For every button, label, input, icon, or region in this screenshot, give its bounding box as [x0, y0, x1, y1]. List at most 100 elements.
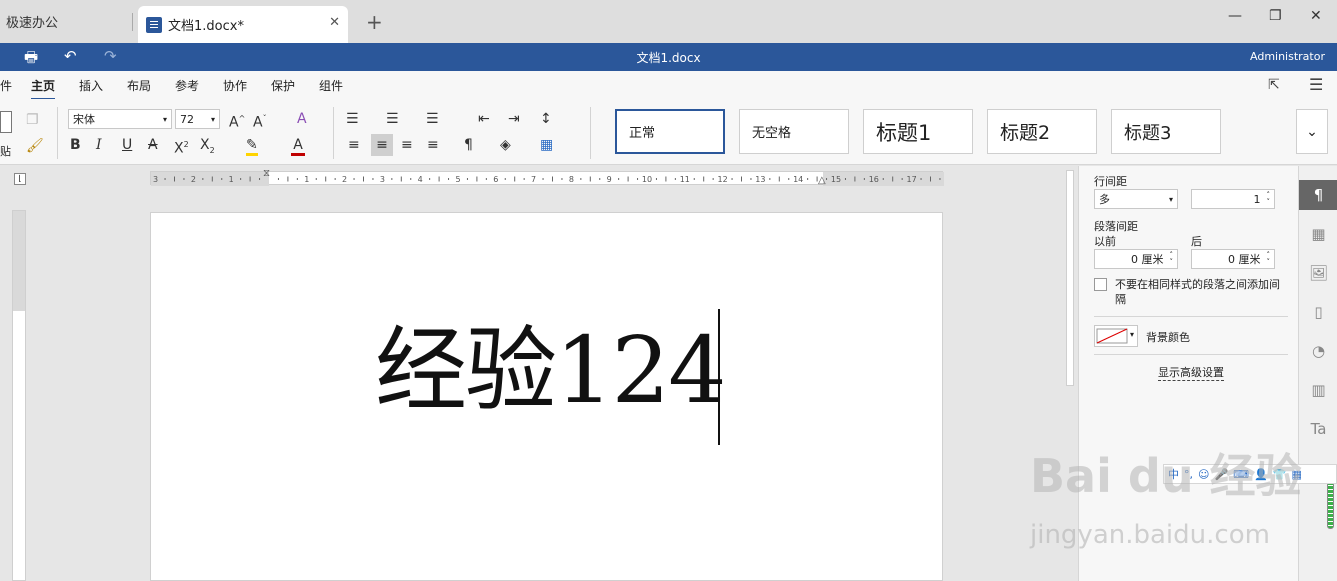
- style-heading2[interactable]: 标题2: [987, 109, 1097, 154]
- menu-plugins[interactable]: 组件: [319, 77, 343, 94]
- dont-add-space-label: 不要在相同样式的段落之间添加间隔: [1115, 278, 1280, 306]
- indent-marker-icon[interactable]: ⧖: [263, 168, 270, 179]
- superscript-icon[interactable]: X2: [174, 136, 189, 158]
- vertical-ruler[interactable]: [12, 210, 26, 581]
- dont-add-space-checkbox[interactable]: [1094, 278, 1107, 291]
- spinner-icon[interactable]: ˄ ˅: [1170, 252, 1174, 266]
- advanced-settings-link[interactable]: 显示高级设置: [1158, 364, 1224, 381]
- ruler-number: 5: [455, 175, 460, 184]
- style-normal[interactable]: 正常: [615, 109, 725, 154]
- line-spacing-icon[interactable]: ↕: [540, 110, 552, 128]
- paragraph-settings-icon[interactable]: ¶: [1299, 180, 1337, 210]
- ribbon-toolbar: 贴 ❐ 🖌 宋体 ▾ 72 ▾ A^ Aˇ A B I U A X2 X2 ✎ A …: [0, 99, 1337, 165]
- italic-icon[interactable]: I: [96, 136, 102, 154]
- ruler-number: 4: [418, 175, 423, 184]
- underline-icon[interactable]: U: [122, 136, 132, 154]
- tab-document[interactable]: 文档1.docx* ✕: [138, 6, 348, 43]
- close-window-button[interactable]: ✕: [1310, 8, 1322, 24]
- style-heading3[interactable]: 标题3: [1111, 109, 1221, 154]
- tab-stop-selector[interactable]: ⌊: [14, 173, 26, 185]
- paragraph-settings-panel: 行间距 多 ▾ 1 ˄ ˅ 段落间距 以前 后 0 厘米 ˄ ˅ 0 厘米 ˄ ˅ 不要在相同…: [1078, 166, 1298, 581]
- chart-settings-icon[interactable]: ▥: [1299, 375, 1337, 405]
- menu-bar: 件 主页 插入 布局 参考 协作 保护 组件 ⇱ ☰: [0, 71, 1337, 100]
- horizontal-ruler[interactable]: 3 2 1 1 2 3 4 5 6 7 8 9 10 11 12 13 14 15 16 17 ⧖ △: [150, 168, 944, 186]
- text-art-icon[interactable]: Ta: [1299, 414, 1337, 444]
- redo-icon[interactable]: ↷: [104, 47, 117, 65]
- bold-icon[interactable]: B: [70, 136, 81, 154]
- paste-icon[interactable]: [0, 111, 12, 133]
- align-center-icon[interactable]: ≡: [371, 134, 393, 156]
- multilevel-list-icon[interactable]: ☰: [426, 110, 439, 128]
- font-size-select[interactable]: 72 ▾: [175, 109, 220, 129]
- increase-indent-icon[interactable]: ⇥: [508, 110, 520, 128]
- scrollbar-thumb[interactable]: [1066, 170, 1074, 386]
- menu-insert[interactable]: 插入: [79, 77, 103, 94]
- menu-protect[interactable]: 保护: [271, 77, 295, 94]
- ruler-number: 9: [607, 175, 612, 184]
- bullet-list-icon[interactable]: ☰: [346, 110, 359, 128]
- hamburger-menu-icon[interactable]: ☰: [1309, 75, 1323, 94]
- document-title: 文档1.docx: [636, 51, 701, 65]
- new-tab-button[interactable]: +: [366, 10, 383, 34]
- style-normal-label: 正常: [629, 126, 656, 141]
- background-color-picker[interactable]: ▾: [1094, 325, 1138, 347]
- increase-font-icon[interactable]: A^: [229, 110, 245, 132]
- menu-file[interactable]: 件: [0, 77, 12, 94]
- no-color-swatch-icon: [1096, 328, 1128, 344]
- ruler-number: 1: [229, 175, 234, 184]
- vertical-scrollbar[interactable]: [1064, 166, 1076, 581]
- menu-collaborate[interactable]: 协作: [223, 77, 247, 94]
- font-name-select[interactable]: 宋体 ▾: [68, 109, 172, 129]
- spinner-icon[interactable]: ˄ ˅: [1267, 192, 1271, 206]
- style-heading2-label: 标题2: [1000, 122, 1051, 144]
- chevron-down-icon: ▾: [210, 114, 215, 124]
- format-painter-icon[interactable]: 🖌: [26, 137, 44, 155]
- spacing-after-input[interactable]: 0 厘米 ˄ ˅: [1191, 249, 1275, 269]
- align-left-icon[interactable]: ≡: [348, 136, 360, 154]
- ruler-number: 11: [680, 175, 690, 184]
- borders-icon[interactable]: ▦: [540, 136, 553, 154]
- decrease-indent-icon[interactable]: ⇤: [478, 110, 490, 128]
- justify-icon[interactable]: ≡: [427, 136, 439, 154]
- decrease-font-icon[interactable]: Aˇ: [253, 110, 267, 132]
- shading-icon[interactable]: ◈: [500, 136, 511, 154]
- ruler-number: 1: [304, 175, 309, 184]
- align-right-icon[interactable]: ≡: [401, 136, 413, 154]
- table-settings-icon[interactable]: ▦: [1299, 219, 1337, 249]
- numbered-list-icon[interactable]: ☰: [386, 110, 399, 128]
- menu-references[interactable]: 参考: [175, 77, 199, 94]
- header-footer-icon[interactable]: ▯: [1299, 297, 1337, 327]
- restore-button[interactable]: ❐: [1269, 8, 1282, 24]
- shape-settings-icon[interactable]: ◔: [1299, 336, 1337, 366]
- highlight-color-icon[interactable]: ✎: [246, 136, 258, 156]
- clear-format-icon[interactable]: A: [297, 110, 307, 128]
- print-icon[interactable]: 🖶: [24, 47, 38, 72]
- tab-home[interactable]: 极速办公: [0, 0, 132, 43]
- menu-home[interactable]: 主页: [31, 77, 56, 100]
- undo-icon[interactable]: ↶: [64, 47, 77, 65]
- spinner-icon[interactable]: ˄ ˅: [1267, 252, 1271, 266]
- right-indent-marker-icon[interactable]: △: [818, 175, 826, 186]
- menu-layout[interactable]: 布局: [127, 77, 151, 94]
- line-spacing-type-select[interactable]: 多 ▾: [1094, 189, 1178, 209]
- document-page[interactable]: 经验124: [150, 212, 943, 581]
- paste-label: 贴: [0, 145, 11, 158]
- paragraph-marks-icon[interactable]: ¶: [464, 136, 473, 154]
- ribbon-divider: [57, 107, 58, 159]
- styles-expand-button[interactable]: ⌄: [1296, 109, 1328, 154]
- spacing-before-input[interactable]: 0 厘米 ˄ ˅: [1094, 249, 1178, 269]
- copy-icon[interactable]: ❐: [26, 111, 39, 129]
- strikethrough-icon[interactable]: A: [148, 136, 158, 154]
- ruler-number: 12: [718, 175, 728, 184]
- open-location-icon[interactable]: ⇱: [1268, 77, 1280, 93]
- subscript-icon[interactable]: X2: [200, 136, 215, 160]
- minimize-button[interactable]: —: [1228, 8, 1242, 24]
- image-settings-icon[interactable]: 🖼: [1299, 258, 1337, 288]
- document-text[interactable]: 经验124: [375, 325, 727, 417]
- style-no-spacing[interactable]: 无空格: [739, 109, 849, 154]
- line-spacing-value-input[interactable]: 1 ˄ ˅: [1191, 189, 1275, 209]
- font-color-icon[interactable]: A: [291, 136, 305, 156]
- style-heading1[interactable]: 标题1: [863, 109, 973, 154]
- panel-divider: [1094, 316, 1288, 317]
- close-tab-icon[interactable]: ✕: [329, 15, 340, 30]
